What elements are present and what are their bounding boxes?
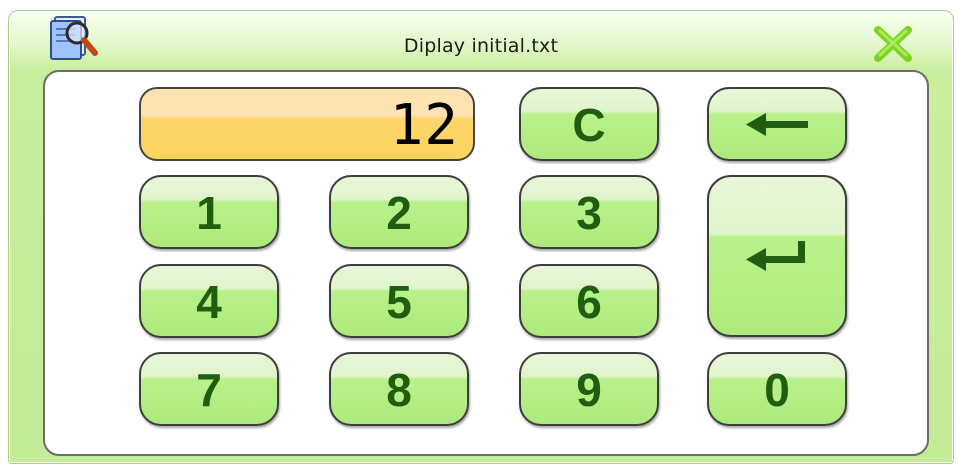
digit-9-button[interactable]: 9 <box>519 352 659 426</box>
backspace-arrow-icon <box>746 113 808 136</box>
digit-7-button[interactable]: 7 <box>139 352 279 426</box>
digit-4-label: 4 <box>196 276 222 328</box>
digit-3-label: 3 <box>576 187 602 239</box>
enter-button[interactable] <box>707 175 847 337</box>
digit-3-button[interactable]: 3 <box>519 175 659 249</box>
keypad-dialog-window: Diplay initial.txt 12 C 1 2 3 4 5 6 7 8 … <box>8 10 954 464</box>
digit-8-button[interactable]: 8 <box>329 352 469 426</box>
title-bar: Diplay initial.txt <box>9 11 953 73</box>
keypad-panel: 12 C 1 2 3 4 5 6 7 8 9 0 <box>43 70 929 456</box>
digit-0-label: 0 <box>764 364 790 416</box>
digit-5-button[interactable]: 5 <box>329 264 469 338</box>
digit-2-label: 2 <box>386 187 412 239</box>
digit-7-label: 7 <box>196 364 222 416</box>
clear-button[interactable]: C <box>519 87 659 161</box>
close-button[interactable] <box>871 25 915 63</box>
digit-1-label: 1 <box>196 187 222 239</box>
digit-2-button[interactable]: 2 <box>329 175 469 249</box>
digit-9-label: 9 <box>576 364 602 416</box>
digit-0-button[interactable]: 0 <box>707 352 847 426</box>
clear-label: C <box>572 99 606 151</box>
value-display: 12 <box>139 87 475 161</box>
digit-8-label: 8 <box>386 364 412 416</box>
display-value: 12 <box>389 93 459 158</box>
digit-1-button[interactable]: 1 <box>139 175 279 249</box>
backspace-button[interactable] <box>707 87 847 161</box>
close-x-icon <box>874 26 912 62</box>
digit-6-button[interactable]: 6 <box>519 264 659 338</box>
enter-return-icon <box>746 241 805 271</box>
digit-5-label: 5 <box>386 276 412 328</box>
window-title: Diplay initial.txt <box>403 35 559 57</box>
digit-4-button[interactable]: 4 <box>139 264 279 338</box>
digit-6-label: 6 <box>576 276 602 328</box>
